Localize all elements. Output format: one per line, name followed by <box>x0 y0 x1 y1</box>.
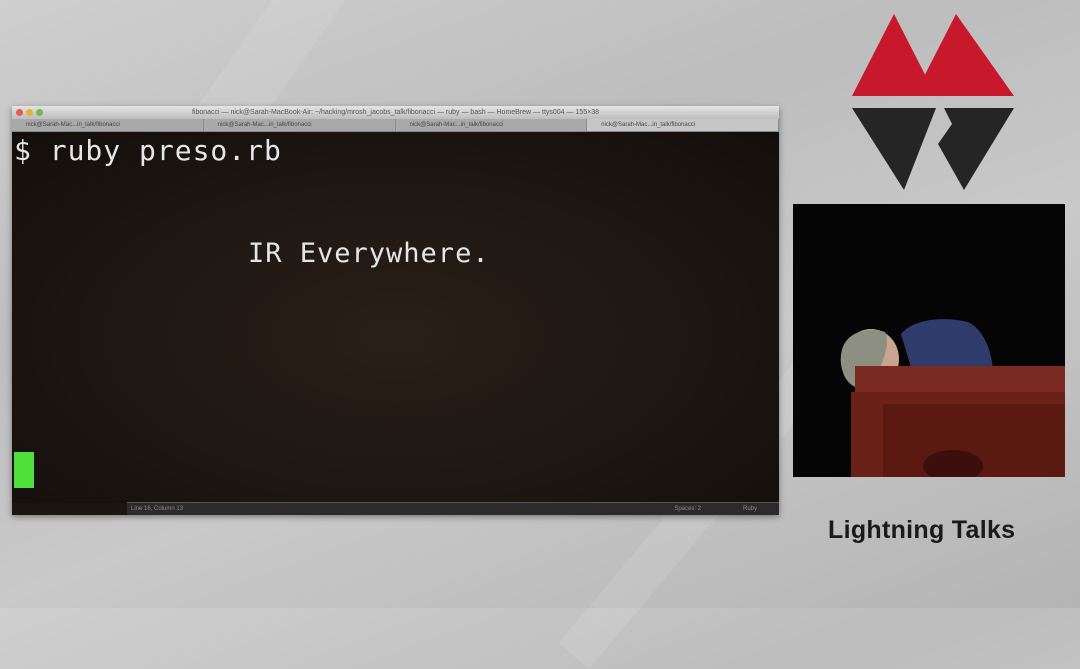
terminal-tab-3[interactable]: nick@Sarah-Mac...in_talk/fibonacci <box>396 119 588 131</box>
close-window-button[interactable] <box>16 109 23 116</box>
speaker-video <box>793 204 1065 477</box>
terminal-tab-4[interactable]: nick@Sarah-Mac...in_talk/fibonacci <box>587 119 779 131</box>
terminal-tab-1[interactable]: nick@Sarah-Mac...in_talk/fibonacci <box>12 119 204 131</box>
speaker-body <box>901 319 993 374</box>
conference-logo <box>852 14 1014 190</box>
slide-text: IR Everywhere. <box>248 238 490 269</box>
zoom-window-button[interactable] <box>36 109 43 116</box>
terminal-tab-bar: nick@Sarah-Mac...in_talk/fibonacci nick@… <box>12 119 779 132</box>
terminal-window[interactable]: fibonacci — nick@Sarah-MacBook-Air: ~/ha… <box>12 106 779 515</box>
terminal-cursor <box>14 452 34 488</box>
logo-dark-right <box>938 108 1014 190</box>
logo-red-peak-right <box>914 14 1014 96</box>
terminal-output[interactable]: $ ruby preso.rb IR Everywhere. <box>12 132 779 503</box>
command-prompt: $ ruby preso.rb <box>14 134 282 167</box>
minimize-window-button[interactable] <box>26 109 33 116</box>
window-controls <box>16 109 43 116</box>
terminal-tab-2[interactable]: nick@Sarah-Mac...in_talk/fibonacci <box>204 119 396 131</box>
status-cursor-position: Line 16, Column 13 <box>131 506 184 512</box>
editor-status-bar: Line 16, Column 13 Spaces: 2 Ruby <box>127 502 779 515</box>
session-caption: Lightning Talks <box>828 516 1016 544</box>
podium-top <box>855 366 1065 394</box>
window-title: fibonacci — nick@Sarah-MacBook-Air: ~/ha… <box>191 109 600 116</box>
terminal-titlebar[interactable]: fibonacci — nick@Sarah-MacBook-Air: ~/ha… <box>12 106 779 119</box>
status-indentation[interactable]: Spaces: 2 <box>674 503 701 515</box>
speaker-video-frame <box>840 319 1065 477</box>
status-syntax[interactable]: Ruby <box>743 503 757 515</box>
logo-dark-left <box>852 108 936 190</box>
